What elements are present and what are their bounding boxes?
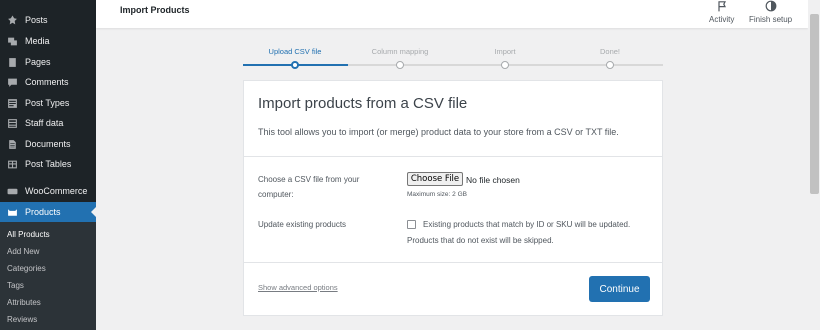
flag-icon xyxy=(716,0,728,15)
update-existing-description: Existing products that match by ID or SK… xyxy=(407,220,631,245)
page-title: Import Products xyxy=(120,5,190,15)
pages-icon xyxy=(5,55,19,69)
pin-icon xyxy=(5,13,19,27)
step-dot-import xyxy=(501,61,509,69)
submenu-item-all-products[interactable]: All Products xyxy=(7,230,50,239)
sidebar-item-pages[interactable]: Pages xyxy=(0,52,96,72)
choose-file-button[interactable]: Choose File xyxy=(407,172,463,186)
submenu-item-tags[interactable]: Tags xyxy=(7,281,24,290)
media-icon xyxy=(5,34,19,48)
admin-sidebar: Posts Media Pages Comments Post Types St… xyxy=(0,0,97,330)
post-types-icon xyxy=(5,96,19,110)
step-label-done: Done! xyxy=(599,47,621,56)
documents-icon xyxy=(5,137,19,151)
sidebar-item-post-types[interactable]: Post Types xyxy=(0,93,96,113)
divider xyxy=(244,262,662,263)
card-title: Import products from a CSV file xyxy=(258,95,468,112)
sidebar-item-documents[interactable]: Documents xyxy=(0,134,96,154)
sidebar-item-label: Posts xyxy=(25,15,48,25)
page-header: Import Products Activity Finish setup xyxy=(96,0,808,28)
divider xyxy=(244,156,662,157)
step-label-upload: Upload CSV file xyxy=(268,47,322,56)
step-dot-done xyxy=(606,61,614,69)
step-dot-column-mapping xyxy=(396,61,404,69)
sidebar-item-label: Pages xyxy=(25,57,51,67)
sidebar-item-posts[interactable]: Posts xyxy=(0,10,96,30)
sidebar-item-label: Post Tables xyxy=(25,159,72,169)
continue-button[interactable]: Continue xyxy=(589,276,650,302)
show-advanced-options-link[interactable]: Show advanced options xyxy=(258,283,338,292)
active-menu-arrow xyxy=(91,206,97,218)
update-existing-label: Update existing products xyxy=(258,220,347,229)
finish-setup-button[interactable]: Finish setup xyxy=(749,0,792,24)
file-field-label: Choose a CSV file from your computer: xyxy=(258,175,360,199)
sidebar-item-label: Products xyxy=(25,207,61,217)
sidebar-item-products[interactable]: Products xyxy=(0,202,97,222)
file-status: No file chosen xyxy=(466,175,520,185)
sidebar-item-label: WooCommerce xyxy=(25,186,88,196)
sidebar-item-label: Staff data xyxy=(25,118,64,128)
submenu-item-add-new[interactable]: Add New xyxy=(7,247,39,256)
comments-icon xyxy=(5,75,19,89)
step-dot-upload xyxy=(291,61,299,69)
card-description: This tool allows you to import (or merge… xyxy=(258,127,619,137)
import-card: Import products from a CSV file This too… xyxy=(243,80,663,316)
step-label-column-mapping: Column mapping xyxy=(371,47,429,56)
sidebar-item-media[interactable]: Media xyxy=(0,31,96,51)
sidebar-item-label: Comments xyxy=(25,77,69,87)
products-icon xyxy=(5,205,19,219)
sidebar-item-staff-data[interactable]: Staff data xyxy=(0,113,96,133)
max-size-note: Maximum size: 2 GB xyxy=(407,191,467,198)
sidebar-item-comments[interactable]: Comments xyxy=(0,72,96,92)
activity-label: Activity xyxy=(709,15,735,24)
products-submenu: All Products Add New Categories Tags Att… xyxy=(0,222,96,330)
staff-data-icon xyxy=(5,116,19,130)
sidebar-item-label: Post Types xyxy=(25,98,70,108)
table-icon xyxy=(5,157,19,171)
submenu-item-categories[interactable]: Categories xyxy=(7,264,46,273)
submenu-item-reviews[interactable]: Reviews xyxy=(7,315,37,324)
progress-circle-icon xyxy=(765,0,777,15)
sidebar-item-label: Media xyxy=(25,36,50,46)
sidebar-item-post-tables[interactable]: Post Tables xyxy=(0,154,96,174)
update-existing-checkbox[interactable] xyxy=(407,220,416,229)
sidebar-item-woocommerce[interactable]: WooCommerce xyxy=(0,181,96,201)
woocommerce-icon xyxy=(5,184,19,198)
sidebar-item-label: Documents xyxy=(25,139,71,149)
step-label-import: Import xyxy=(494,47,516,56)
submenu-item-attributes[interactable]: Attributes xyxy=(7,298,41,307)
finish-setup-label: Finish setup xyxy=(749,15,793,24)
scrollbar-thumb[interactable] xyxy=(810,14,819,194)
activity-button[interactable]: Activity xyxy=(709,0,734,24)
